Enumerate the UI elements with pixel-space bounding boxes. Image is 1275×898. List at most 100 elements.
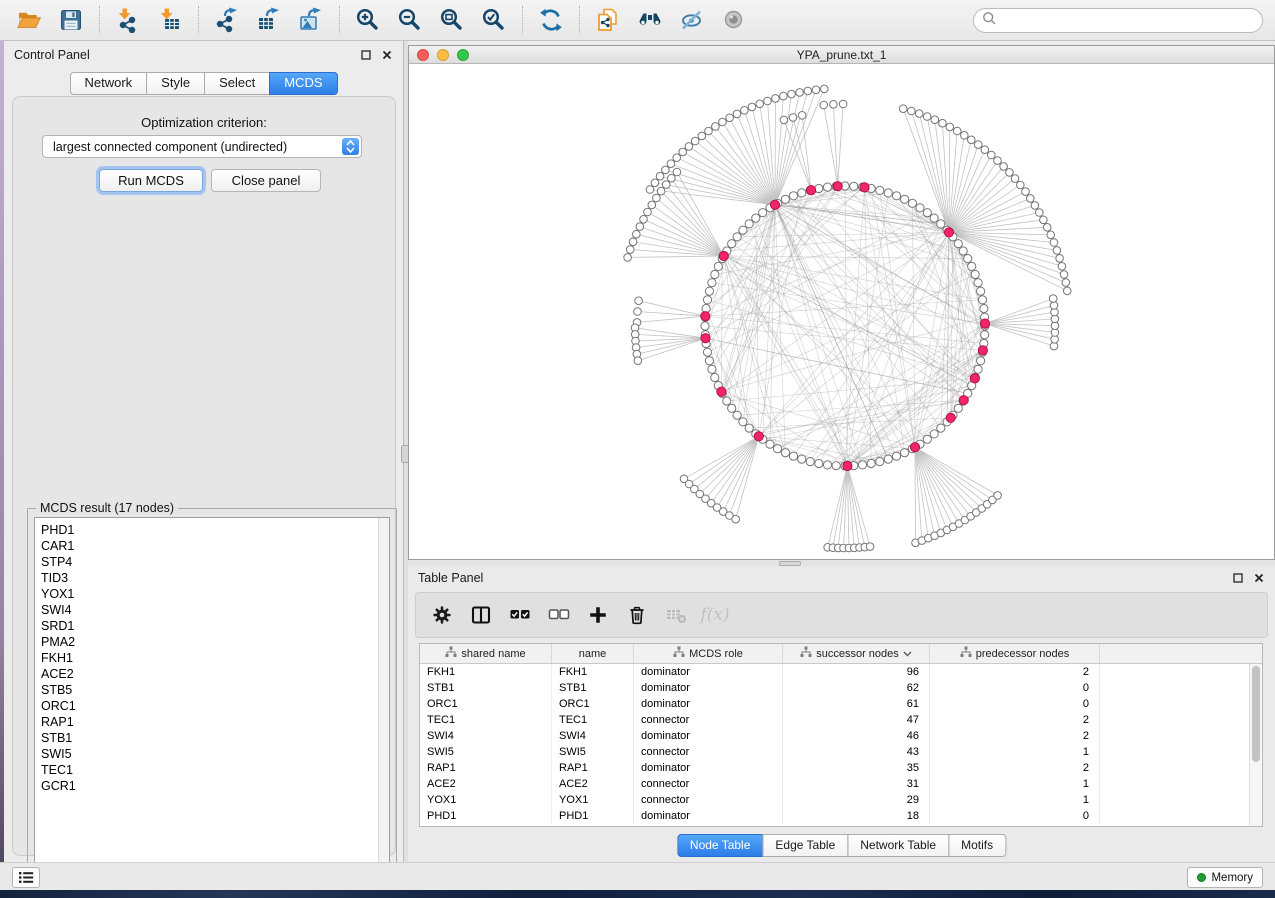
tab-motifs[interactable]: Motifs: [948, 834, 1006, 857]
memory-button[interactable]: Memory: [1187, 867, 1263, 888]
mcds-result-item[interactable]: TID3: [35, 570, 389, 586]
memory-status-icon: [1197, 873, 1206, 882]
network-window-titlebar[interactable]: YPA_prune.txt_1: [409, 46, 1274, 64]
cell: 0: [930, 696, 1100, 712]
float-panel-icon[interactable]: [360, 49, 372, 61]
table-panel-titlebar: Table Panel: [408, 570, 1275, 588]
table-row[interactable]: SWI4SWI4dominator462: [420, 728, 1249, 744]
column-header-name[interactable]: name: [552, 644, 634, 663]
tab-network-table[interactable]: Network Table: [847, 834, 949, 857]
search-box[interactable]: [973, 8, 1263, 33]
main-toolbar: [0, 0, 1275, 41]
cell-filler: [1100, 680, 1249, 696]
zoom-selected-icon[interactable]: [477, 5, 511, 35]
tab-mcds[interactable]: MCDS: [269, 72, 337, 95]
table-toolbar: f(x): [415, 592, 1268, 638]
column-header-predecessor-nodes[interactable]: predecessor nodes: [930, 644, 1100, 663]
export-network-icon[interactable]: [210, 5, 244, 35]
save-icon[interactable]: [54, 5, 88, 35]
zoom-fit-icon[interactable]: [435, 5, 469, 35]
search-input[interactable]: [997, 14, 1262, 28]
delete-icon[interactable]: [625, 603, 649, 627]
column-header-MCDS-role[interactable]: MCDS role: [634, 644, 783, 663]
mcds-result-item[interactable]: ACE2: [35, 666, 389, 682]
network-canvas[interactable]: [409, 64, 1274, 559]
table-scrollbar[interactable]: [1249, 664, 1262, 826]
table-row[interactable]: RAP1RAP1dominator352: [420, 760, 1249, 776]
tab-network[interactable]: Network: [69, 72, 147, 95]
table-scrollbar-thumb[interactable]: [1252, 666, 1260, 762]
mcds-result-item[interactable]: STB5: [35, 682, 389, 698]
export-image-icon[interactable]: [294, 5, 328, 35]
mcds-result-item[interactable]: STP4: [35, 554, 389, 570]
table-row[interactable]: SWI5SWI5connector431: [420, 744, 1249, 760]
tab-edge-table[interactable]: Edge Table: [762, 834, 848, 857]
tab-style[interactable]: Style: [146, 72, 205, 95]
select-stepper-icon: [342, 138, 359, 155]
cell: dominator: [634, 760, 783, 776]
float-panel-icon[interactable]: [1232, 572, 1244, 584]
mcds-result-item[interactable]: RAP1: [35, 714, 389, 730]
toolbar-icons: [8, 5, 755, 35]
table-row[interactable]: ACE2ACE2connector311: [420, 776, 1249, 792]
task-history-button[interactable]: [12, 867, 40, 888]
mcds-result-item[interactable]: CAR1: [35, 538, 389, 554]
mcds-result-item[interactable]: SRD1: [35, 618, 389, 634]
add-icon[interactable]: [586, 603, 610, 627]
mcds-result-item[interactable]: SWI5: [35, 746, 389, 762]
mcds-result-item[interactable]: TEC1: [35, 762, 389, 778]
cell: dominator: [634, 696, 783, 712]
table-row[interactable]: YOX1YOX1connector291: [420, 792, 1249, 808]
column-header-shared-name[interactable]: shared name: [420, 644, 552, 663]
cell: FKH1: [552, 664, 634, 680]
mcds-result-list[interactable]: PHD1CAR1STP4TID3YOX1SWI4SRD1PMA2FKH1ACE2…: [34, 517, 390, 873]
table-row[interactable]: FKH1FKH1dominator962: [420, 664, 1249, 680]
open-folder-icon[interactable]: [12, 5, 46, 35]
run-mcds-button[interactable]: Run MCDS: [99, 169, 203, 192]
mcds-result-item[interactable]: PMA2: [35, 634, 389, 650]
tab-select[interactable]: Select: [204, 72, 270, 95]
cell-filler: [1100, 712, 1249, 728]
mcds-result-item[interactable]: ORC1: [35, 698, 389, 714]
find-icon[interactable]: [633, 5, 667, 35]
cell-filler: [1100, 728, 1249, 744]
mcds-result-item[interactable]: GCR1: [35, 778, 389, 794]
mcds-result-item[interactable]: YOX1: [35, 586, 389, 602]
close-panel-icon[interactable]: [1253, 572, 1265, 584]
column-header-successor-nodes[interactable]: successor nodes: [783, 644, 930, 663]
show-panels-icon[interactable]: [717, 5, 751, 35]
column-type-icon: [673, 646, 685, 661]
import-table-icon[interactable]: [153, 5, 187, 35]
gear-icon[interactable]: [430, 603, 454, 627]
select-all-icon[interactable]: [508, 603, 532, 627]
cell: ACE2: [552, 776, 634, 792]
mcds-list-scrollbar[interactable]: [378, 518, 389, 872]
table-row[interactable]: ORC1ORC1dominator610: [420, 696, 1249, 712]
tab-node-table[interactable]: Node Table: [677, 834, 764, 857]
close-panel-icon[interactable]: [381, 49, 393, 61]
cell: PHD1: [420, 808, 552, 824]
columns-icon[interactable]: [469, 603, 493, 627]
network-fan-edges: [628, 89, 1068, 548]
export-table-icon[interactable]: [252, 5, 286, 35]
mcds-result-item[interactable]: STB1: [35, 730, 389, 746]
import-network-icon[interactable]: [111, 5, 145, 35]
cell: TEC1: [420, 712, 552, 728]
hide-panels-icon[interactable]: [675, 5, 709, 35]
mcds-result-item[interactable]: PHD1: [35, 522, 389, 538]
cell: RAP1: [552, 760, 634, 776]
zoom-in-icon[interactable]: [351, 5, 385, 35]
optimization-criterion-label: Optimization criterion:: [13, 115, 395, 130]
table-row[interactable]: PHD1PHD1dominator180: [420, 808, 1249, 824]
mcds-result-item[interactable]: FKH1: [35, 650, 389, 666]
table-row[interactable]: TEC1TEC1connector472: [420, 712, 1249, 728]
deselect-all-icon[interactable]: [547, 603, 571, 627]
refresh-icon[interactable]: [534, 5, 568, 35]
table-row[interactable]: STB1STB1dominator620: [420, 680, 1249, 696]
share-document-icon[interactable]: [591, 5, 625, 35]
optimization-criterion-select[interactable]: largest connected component (undirected): [42, 135, 362, 158]
close-panel-button[interactable]: Close panel: [211, 169, 321, 192]
mcds-result-item[interactable]: SWI4: [35, 602, 389, 618]
zoom-out-icon[interactable]: [393, 5, 427, 35]
cell: YOX1: [552, 792, 634, 808]
